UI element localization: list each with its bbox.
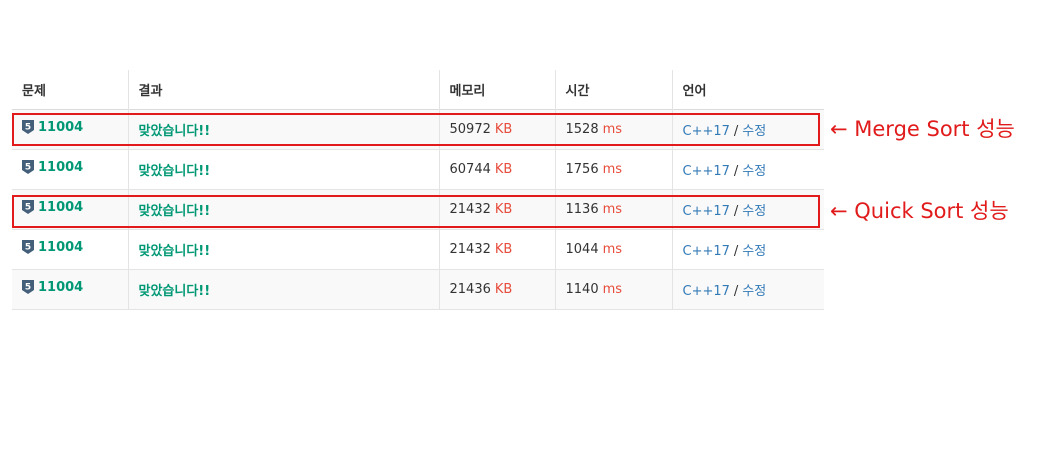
memory-cell: 21432 KB <box>438 229 555 269</box>
problem-id: 11004 <box>38 239 84 255</box>
memory-value: 21436 <box>449 281 491 297</box>
problem-id: 11004 <box>38 159 84 175</box>
problem-id: 11004 <box>38 279 84 295</box>
edit-link[interactable]: 수정 <box>742 284 766 299</box>
time-cell: 1044 ms <box>554 229 672 269</box>
memory-cell: 60744 KB <box>438 149 555 189</box>
problem-cell: 5 11004 <box>12 229 128 269</box>
header-language: 언어 <box>671 70 824 109</box>
time-value: 1140 <box>565 281 599 297</box>
problem-link[interactable]: 5 11004 <box>22 280 83 295</box>
problem-cell: 5 11004 <box>12 269 128 309</box>
tier-5-badge-icon: 5 <box>22 160 34 175</box>
memory-unit: KB <box>494 281 513 297</box>
problem-cell: 5 11004 <box>12 149 128 189</box>
quick-sort-annotation: ← Quick Sort 성능 <box>830 199 1009 223</box>
language-link[interactable]: C++17 <box>683 284 730 299</box>
result-cell: 맞았습니다!! <box>127 269 439 309</box>
header-problem: 문제 <box>22 83 46 99</box>
language-cell: C++17/수정 <box>671 269 824 309</box>
language-cell: C++17/수정 <box>671 229 824 269</box>
quick-sort-highlight-box <box>12 195 820 228</box>
language-separator: / <box>733 243 739 259</box>
time-cell: 1756 ms <box>554 149 672 189</box>
tier-number: 5 <box>25 243 31 253</box>
header-memory: 메모리 <box>438 70 555 109</box>
problem-link[interactable]: 5 11004 <box>22 160 83 175</box>
time-value: 1756 <box>565 161 599 177</box>
merge-sort-highlight-box <box>12 113 820 146</box>
language-separator: / <box>733 283 739 299</box>
language-link[interactable]: C++17 <box>683 164 730 179</box>
submission-status-table: 문제 결과 메모리 시간 언어 5 11004 맞았습니다!! 50972 KB… <box>12 70 824 310</box>
problem-link[interactable]: 5 11004 <box>22 240 83 255</box>
table-row: 5 11004 맞았습니다!! 21436KB 1140ms C++17/ <box>12 269 824 309</box>
edit-link[interactable]: 수정 <box>742 244 766 259</box>
edit-link[interactable]: 수정 <box>742 164 766 179</box>
header-time: 시간 <box>554 70 672 109</box>
time-unit: ms <box>602 161 623 177</box>
result-cell: 맞았습니다!! <box>127 229 439 269</box>
tier-number: 5 <box>25 163 31 173</box>
result-accepted: 맞았습니다!! <box>138 243 211 259</box>
merge-sort-annotation: ← Merge Sort 성능 <box>830 117 1015 141</box>
memory-value: 60744 <box>449 161 491 177</box>
time-unit: ms <box>602 241 623 257</box>
memory-unit: KB <box>494 161 513 177</box>
result-accepted: 맞았습니다!! <box>138 283 211 299</box>
tier-5-badge-icon: 5 <box>22 240 34 255</box>
memory-cell: 21436 KB <box>438 269 555 309</box>
language-cell: C++17/수정 <box>671 149 824 189</box>
result-accepted: 맞았습니다!! <box>138 163 211 179</box>
tier-number: 5 <box>25 283 31 293</box>
time-unit: ms <box>602 281 623 297</box>
language-link[interactable]: C++17 <box>683 244 730 259</box>
page: 문제 결과 메모리 시간 언어 5 11004 맞았습니다!! 50972 KB… <box>0 0 1063 455</box>
memory-unit: KB <box>494 241 513 257</box>
result-cell: 맞았습니다!! <box>127 149 439 189</box>
time-cell: 1140 ms <box>554 269 672 309</box>
tier-5-badge-icon: 5 <box>22 280 34 295</box>
header-result: 결과 <box>127 70 439 109</box>
table-row: 5 11004 맞았습니다!! 60744KB 1756ms C++17/ <box>12 149 824 189</box>
table-row: 5 11004 맞았습니다!! 21432KB 1044ms C++17/ <box>12 229 824 269</box>
table-header-row: 문제 결과 메모리 시간 언어 <box>12 70 824 109</box>
memory-value: 21432 <box>449 241 491 257</box>
language-separator: / <box>733 163 739 179</box>
time-value: 1044 <box>565 241 599 257</box>
